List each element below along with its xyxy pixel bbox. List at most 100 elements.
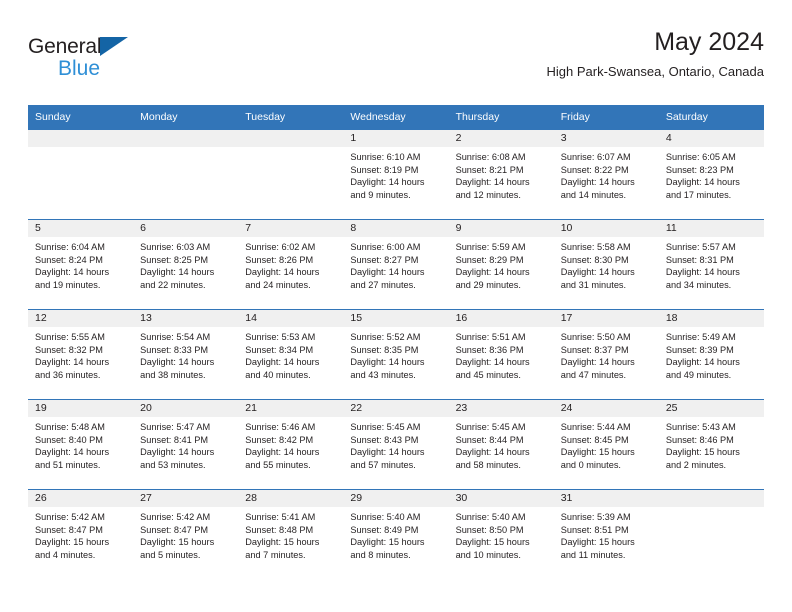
sunset-time: Sunset: 8:43 PM — [350, 434, 419, 445]
daylight-duration-line1: Daylight: 15 hours — [35, 537, 110, 548]
calendar-day-cell[interactable]: 13 Sunrise: 5:54 AM Sunset: 8:33 PM Dayligh… — [133, 309, 239, 400]
calendar-day-cell[interactable]: 5 Sunrise: 6:04 AM Sunset: 8:24 PM Daylight… — [28, 219, 134, 310]
daylight-duration-line1: Daylight: 15 hours — [560, 537, 635, 548]
daylight-duration-line1: Daylight: 14 hours — [245, 357, 320, 368]
daylight-duration-line1: Daylight: 14 hours — [455, 177, 530, 188]
calendar-day-cell[interactable]: 28 Sunrise: 5:41 AM Sunset: 8:48 PM Dayligh… — [238, 489, 344, 580]
sunrise-time: Sunrise: 5:49 AM — [665, 332, 736, 342]
sunset-time: Sunset: 8:35 PM — [350, 344, 419, 355]
calendar-day-cell[interactable]: 11 Sunrise: 5:57 AM Sunset: 8:31 PM Dayligh… — [658, 219, 764, 310]
general-blue-logo[interactable]: General Blue — [28, 28, 158, 79]
calendar-day-cell[interactable]: 25 Sunrise: 5:43 AM Sunset: 8:46 PM Dayligh… — [658, 399, 764, 490]
calendar-day-cell[interactable]: 2 Sunrise: 6:08 AM Sunset: 8:21 PM Daylight… — [448, 129, 554, 220]
day-number: 12 — [28, 310, 134, 327]
daylight-duration-line1: Daylight: 14 hours — [350, 267, 425, 278]
day-sun-info: Sunrise: 5:48 AM Sunset: 8:40 PM Daylight:… — [28, 417, 133, 471]
sunrise-time: Sunrise: 6:05 AM — [665, 152, 736, 162]
calendar-day-cell[interactable]: 23 Sunrise: 5:45 AM Sunset: 8:44 PM Dayligh… — [448, 399, 554, 490]
sunrise-time: Sunrise: 6:00 AM — [350, 242, 421, 252]
sunrise-time: Sunrise: 5:59 AM — [455, 242, 526, 252]
sunset-time: Sunset: 8:39 PM — [665, 344, 734, 355]
sunrise-time: Sunrise: 5:43 AM — [665, 422, 736, 432]
calendar-day-cell[interactable]: 14 Sunrise: 5:53 AM Sunset: 8:34 PM Dayligh… — [238, 309, 344, 400]
sunset-time: Sunset: 8:36 PM — [455, 344, 524, 355]
calendar-day-cell[interactable]: 27 Sunrise: 5:42 AM Sunset: 8:47 PM Dayligh… — [133, 489, 239, 580]
sunrise-time: Sunrise: 5:40 AM — [350, 512, 421, 522]
calendar-day-cell[interactable]: 15 Sunrise: 5:52 AM Sunset: 8:35 PM Dayligh… — [343, 309, 449, 400]
calendar-table: Sunday Monday Tuesday Wednesday Thursday Frid… — [28, 105, 764, 580]
sunrise-time: Sunrise: 5:39 AM — [560, 512, 631, 522]
daylight-duration-line1: Daylight: 15 hours — [665, 447, 740, 458]
daylight-duration-line1: Daylight: 15 hours — [350, 537, 425, 548]
weekday-header-tuesday: Tuesday — [238, 105, 344, 130]
day-number: 5 — [28, 220, 134, 237]
calendar-day-cell[interactable]: 29 Sunrise: 5:40 AM Sunset: 8:49 PM Dayligh… — [343, 489, 449, 580]
calendar-day-cell[interactable]: 19 Sunrise: 5:48 AM Sunset: 8:40 PM Dayligh… — [28, 399, 134, 490]
calendar-day-cell[interactable]: 16 Sunrise: 5:51 AM Sunset: 8:36 PM Dayligh… — [448, 309, 554, 400]
daylight-duration-line2: and 12 minutes. — [455, 189, 521, 200]
sunset-time: Sunset: 8:26 PM — [245, 254, 314, 265]
weekday-header-saturday: Saturday — [658, 105, 764, 130]
sunrise-time: Sunrise: 5:46 AM — [245, 422, 316, 432]
daylight-duration-line1: Daylight: 15 hours — [140, 537, 215, 548]
daylight-duration-line2: and 4 minutes. — [35, 549, 96, 560]
calendar-day-cell[interactable]: 30 Sunrise: 5:40 AM Sunset: 8:50 PM Dayligh… — [448, 489, 554, 580]
sunset-time: Sunset: 8:44 PM — [455, 434, 524, 445]
day-number: 2 — [448, 130, 554, 147]
calendar-day-cell[interactable]: 6 Sunrise: 6:03 AM Sunset: 8:25 PM Daylight… — [133, 219, 239, 310]
calendar-day-cell[interactable]: 22 Sunrise: 5:45 AM Sunset: 8:43 PM Dayligh… — [343, 399, 449, 490]
sunset-time: Sunset: 8:34 PM — [245, 344, 314, 355]
calendar-day-cell-empty — [658, 489, 764, 580]
calendar-day-cell[interactable]: 7 Sunrise: 6:02 AM Sunset: 8:26 PM Daylight… — [238, 219, 344, 310]
calendar-day-cell[interactable]: 12 Sunrise: 5:55 AM Sunset: 8:32 PM Dayligh… — [28, 309, 134, 400]
daylight-duration-line1: Daylight: 14 hours — [140, 267, 215, 278]
daylight-duration-line2: and 10 minutes. — [455, 549, 521, 560]
daylight-duration-line1: Daylight: 14 hours — [560, 267, 635, 278]
calendar-day-cell[interactable]: 31 Sunrise: 5:39 AM Sunset: 8:51 PM Dayligh… — [553, 489, 659, 580]
daylight-duration-line1: Daylight: 14 hours — [665, 177, 740, 188]
day-sun-info: Sunrise: 5:49 AM Sunset: 8:39 PM Daylight:… — [659, 327, 764, 381]
sunrise-time: Sunrise: 5:48 AM — [35, 422, 105, 432]
sunrise-time: Sunrise: 5:45 AM — [350, 422, 421, 432]
calendar-day-cell[interactable]: 10 Sunrise: 5:58 AM Sunset: 8:30 PM Dayligh… — [553, 219, 659, 310]
day-sun-info: Sunrise: 5:51 AM Sunset: 8:36 PM Daylight:… — [449, 327, 554, 381]
daylight-duration-line1: Daylight: 14 hours — [350, 447, 425, 458]
daylight-duration-line1: Daylight: 14 hours — [350, 177, 425, 188]
day-sun-info: Sunrise: 5:46 AM Sunset: 8:42 PM Daylight:… — [238, 417, 343, 471]
daylight-duration-line2: and 19 minutes. — [35, 279, 101, 290]
daylight-duration-line1: Daylight: 14 hours — [560, 177, 635, 188]
daylight-duration-line2: and 9 minutes. — [350, 189, 411, 200]
day-number: 16 — [448, 310, 554, 327]
calendar-day-cell[interactable]: 24 Sunrise: 5:44 AM Sunset: 8:45 PM Dayligh… — [553, 399, 659, 490]
sunset-time: Sunset: 8:47 PM — [140, 524, 209, 535]
day-number — [133, 130, 239, 147]
sunrise-time: Sunrise: 6:07 AM — [560, 152, 631, 162]
calendar-day-cell[interactable]: 20 Sunrise: 5:47 AM Sunset: 8:41 PM Dayligh… — [133, 399, 239, 490]
calendar-day-cell[interactable]: 26 Sunrise: 5:42 AM Sunset: 8:47 PM Dayligh… — [28, 489, 134, 580]
sunset-time: Sunset: 8:37 PM — [560, 344, 629, 355]
day-sun-info: Sunrise: 5:45 AM Sunset: 8:44 PM Daylight:… — [449, 417, 554, 471]
day-number: 17 — [553, 310, 659, 327]
day-number: 13 — [133, 310, 239, 327]
calendar-day-cell[interactable]: 17 Sunrise: 5:50 AM Sunset: 8:37 PM Dayligh… — [553, 309, 659, 400]
sunset-time: Sunset: 8:48 PM — [245, 524, 314, 535]
daylight-duration-line2: and 36 minutes. — [35, 369, 101, 380]
calendar-day-cell[interactable]: 18 Sunrise: 5:49 AM Sunset: 8:39 PM Dayligh… — [658, 309, 764, 400]
calendar-day-cell[interactable]: 3 Sunrise: 6:07 AM Sunset: 8:22 PM Daylight… — [553, 129, 659, 220]
title-block: May 2024 High Park-Swansea, Ontario, Can… — [546, 28, 764, 79]
calendar-day-cell[interactable]: 21 Sunrise: 5:46 AM Sunset: 8:42 PM Dayligh… — [238, 399, 344, 490]
day-sun-info: Sunrise: 5:52 AM Sunset: 8:35 PM Daylight:… — [343, 327, 448, 381]
weekday-header-wednesday: Wednesday — [343, 105, 449, 130]
calendar-day-cell[interactable]: 1 Sunrise: 6:10 AM Sunset: 8:19 PM Daylight… — [343, 129, 449, 220]
calendar-day-cell[interactable]: 4 Sunrise: 6:05 AM Sunset: 8:23 PM Daylight… — [658, 129, 764, 220]
calendar-day-cell[interactable]: 9 Sunrise: 5:59 AM Sunset: 8:29 PM Daylight… — [448, 219, 554, 310]
sunset-time: Sunset: 8:29 PM — [455, 254, 524, 265]
daylight-duration-line2: and 53 minutes. — [140, 459, 206, 470]
day-number: 21 — [238, 400, 344, 417]
weekday-header-row: Sunday Monday Tuesday Wednesday Thursday Frid… — [28, 105, 764, 130]
daylight-duration-line1: Daylight: 14 hours — [245, 267, 320, 278]
daylight-duration-line2: and 58 minutes. — [455, 459, 521, 470]
calendar-day-cell[interactable]: 8 Sunrise: 6:00 AM Sunset: 8:27 PM Daylight… — [343, 219, 449, 310]
daylight-duration-line1: Daylight: 14 hours — [560, 357, 635, 368]
sunrise-time: Sunrise: 5:44 AM — [560, 422, 631, 432]
